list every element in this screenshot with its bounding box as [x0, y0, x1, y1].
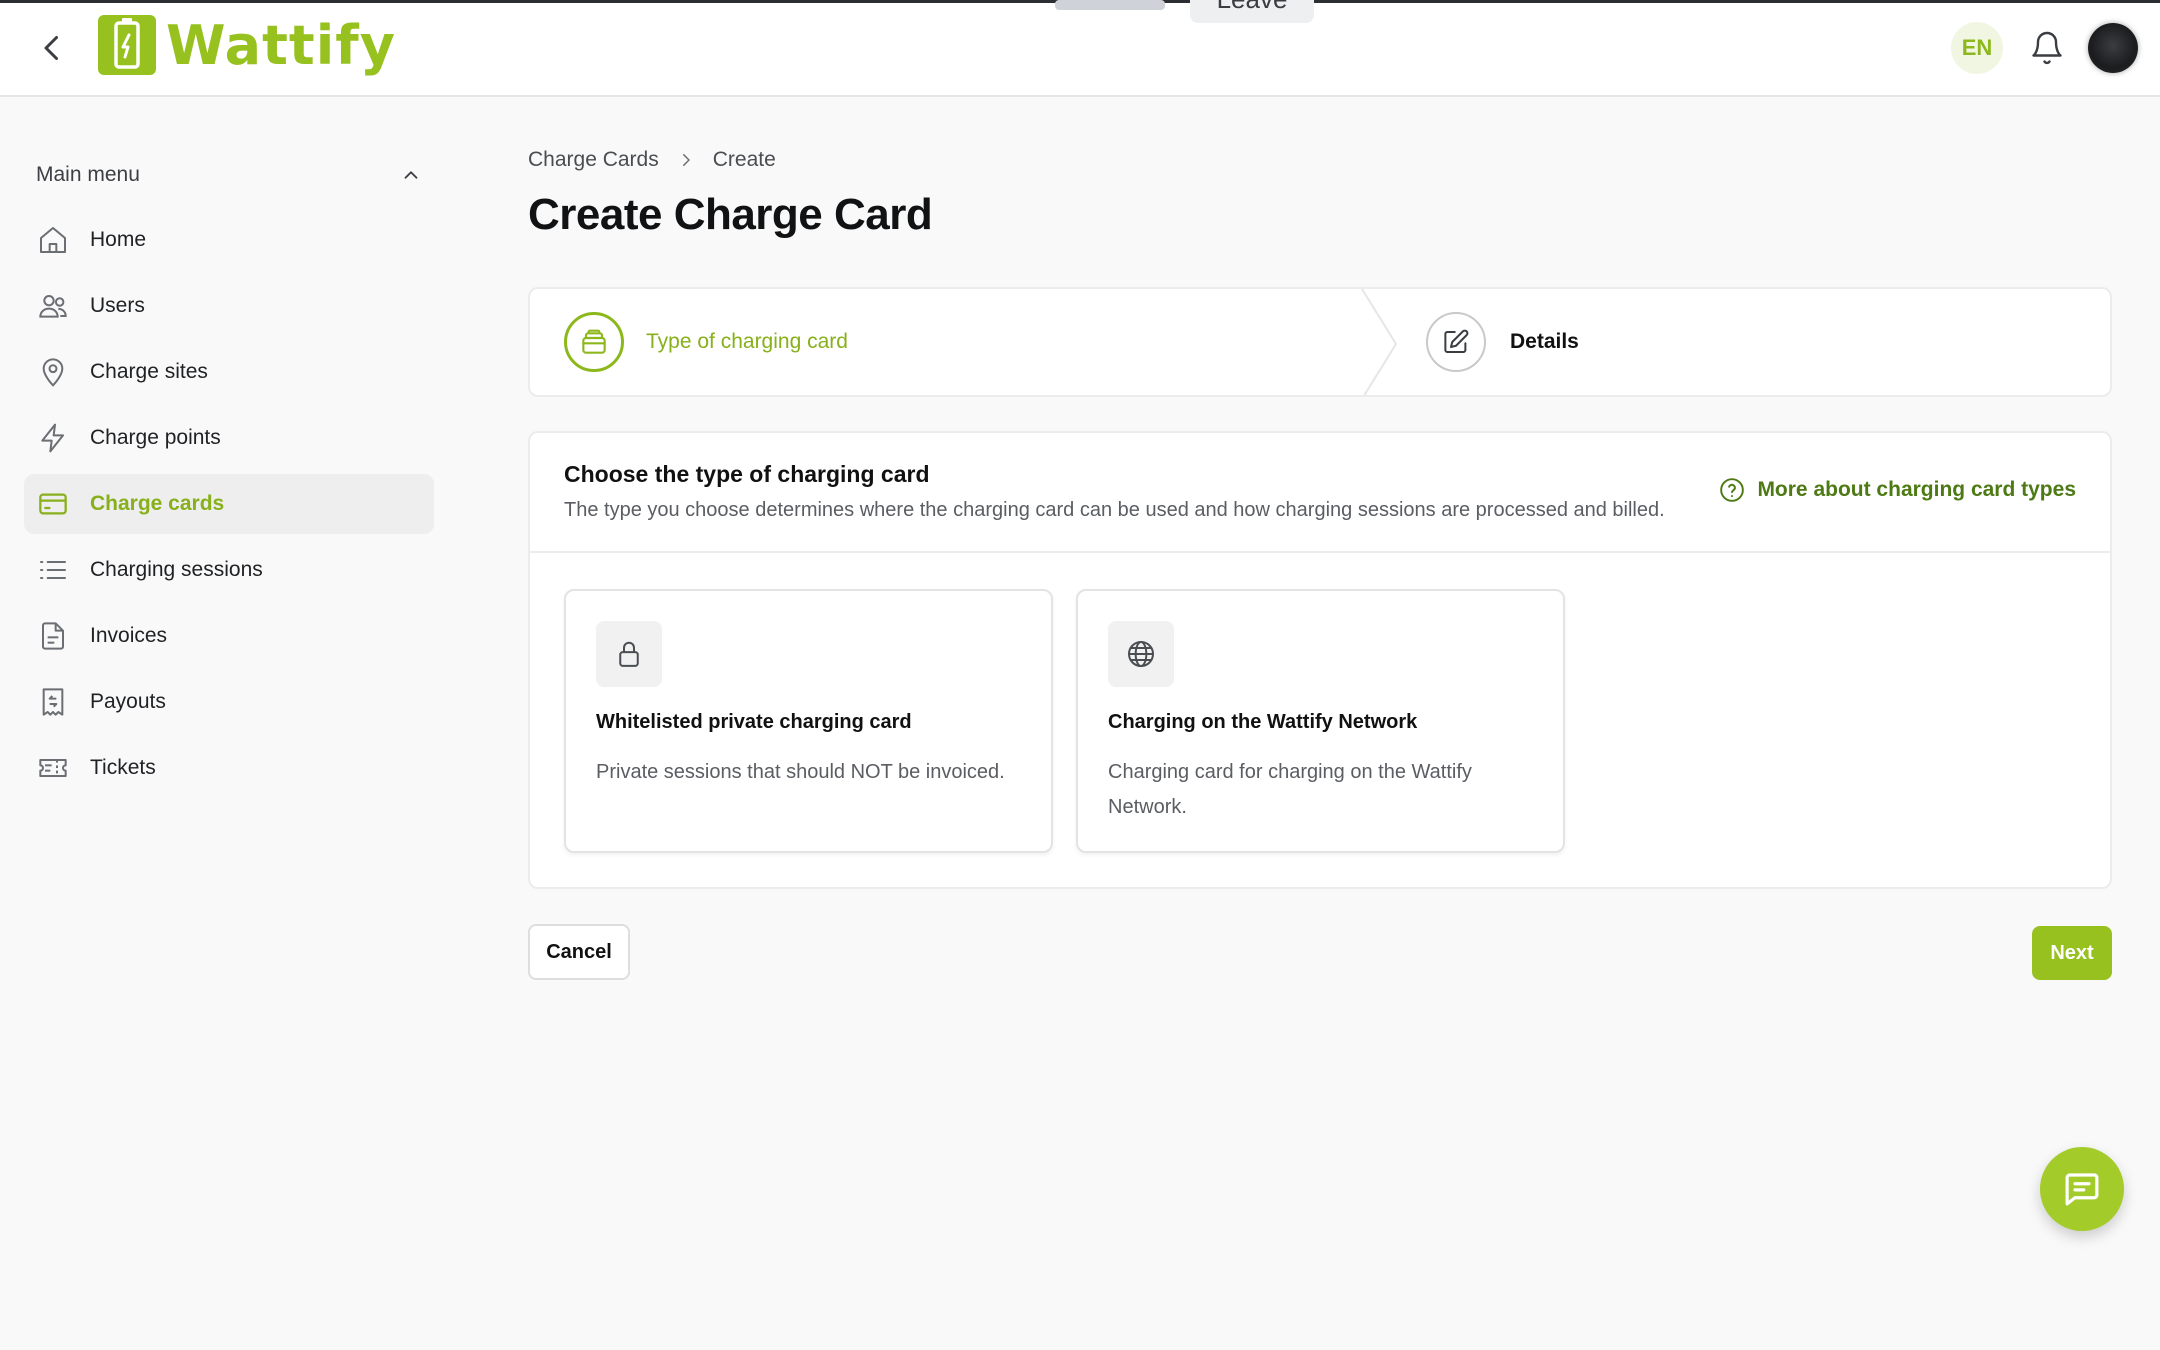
- step-details[interactable]: Details: [1426, 289, 1579, 395]
- option-whitelisted-private-card[interactable]: Whitelisted private charging card Privat…: [564, 589, 1053, 853]
- sidebar: Main menu Home Users Charge sites Charge…: [24, 140, 434, 804]
- breadcrumb: Charge Cards Create: [528, 140, 2112, 180]
- option-wattify-network[interactable]: Charging on the Wattify Network Charging…: [1076, 589, 1565, 853]
- step-label: Type of charging card: [646, 330, 848, 353]
- brand-name: Wattify: [166, 13, 396, 77]
- card-type-subtitle: The type you choose determines where the…: [564, 499, 1665, 521]
- step-label: Details: [1510, 330, 1579, 353]
- cancel-button[interactable]: Cancel: [528, 924, 630, 980]
- sidebar-item-charge-sites[interactable]: Charge sites: [24, 342, 434, 402]
- sidebar-item-payouts[interactable]: Payouts: [24, 672, 434, 732]
- sidebar-item-home[interactable]: Home: [24, 210, 434, 270]
- sidebar-item-invoices[interactable]: Invoices: [24, 606, 434, 666]
- main-content: Charge Cards Create Create Charge Card T…: [528, 140, 2112, 980]
- ticket-icon: [36, 751, 70, 785]
- option-description: Private sessions that should NOT be invo…: [596, 761, 1005, 783]
- globe-icon: [1108, 621, 1174, 687]
- leave-button[interactable]: Leave: [1190, 0, 1314, 23]
- card-type-header: Choose the type of charging card The typ…: [530, 433, 2110, 553]
- lock-icon: [596, 621, 662, 687]
- user-avatar[interactable]: [2088, 23, 2138, 73]
- breadcrumb-charge-cards[interactable]: Charge Cards: [528, 148, 659, 172]
- lightning-icon: [36, 421, 70, 455]
- receipt-icon: [36, 685, 70, 719]
- next-button[interactable]: Next: [2032, 926, 2112, 980]
- chat-bubble-icon: [2065, 1173, 2099, 1206]
- chevron-up-icon: [404, 171, 418, 179]
- home-icon: [36, 223, 70, 257]
- sidebar-item-users[interactable]: Users: [24, 276, 434, 336]
- card-type-title: Choose the type of charging card: [564, 461, 930, 487]
- battery-logo-icon: [98, 15, 156, 75]
- help-circle-icon: [1719, 477, 1745, 503]
- list-icon: [36, 553, 70, 587]
- top-bar: Leave Wattify EN: [0, 0, 2160, 97]
- sidebar-item-charging-sessions[interactable]: Charging sessions: [24, 540, 434, 600]
- more-about-card-types-link[interactable]: More about charging card types: [1719, 477, 2076, 503]
- document-icon: [36, 619, 70, 653]
- map-pin-icon: [36, 355, 70, 389]
- sidebar-item-label: Charging sessions: [90, 558, 263, 581]
- option-title: Charging on the Wattify Network: [1108, 711, 1418, 733]
- brand-logo[interactable]: Wattify: [98, 13, 396, 77]
- sidebar-item-charge-cards[interactable]: Charge cards: [24, 474, 434, 534]
- main-menu-title: Main menu: [36, 163, 140, 186]
- sidebar-item-label: Charge cards: [90, 492, 225, 515]
- chat-button[interactable]: [2040, 1147, 2124, 1231]
- sidebar-item-tickets[interactable]: Tickets: [24, 738, 434, 798]
- more-link-label: More about charging card types: [1757, 478, 2076, 501]
- step-type-of-charging-card[interactable]: Type of charging card: [564, 289, 848, 395]
- sidebar-item-label: Invoices: [90, 624, 168, 647]
- page-title: Create Charge Card: [528, 190, 933, 239]
- sidebar-item-charge-points[interactable]: Charge points: [24, 408, 434, 468]
- screen-share-stop: [1055, 0, 1165, 10]
- chevron-left-icon: [44, 36, 58, 60]
- stepper: Type of charging card Details: [528, 287, 2112, 397]
- sidebar-item-label: Users: [90, 294, 145, 317]
- notifications-button[interactable]: [2029, 29, 2065, 67]
- breadcrumb-create: Create: [712, 148, 776, 171]
- users-icon: [36, 289, 70, 323]
- bell-icon: [2032, 31, 2062, 65]
- chevron-right-icon: [677, 151, 695, 169]
- card-stack-icon: [564, 312, 624, 372]
- step-divider: [1361, 289, 1398, 395]
- screen-share-banner: [840, 0, 1170, 12]
- back-button[interactable]: [34, 30, 70, 66]
- option-title: Whitelisted private charging card: [596, 711, 912, 733]
- card-type-panel: Choose the type of charging card The typ…: [528, 431, 2112, 889]
- credit-card-icon: [36, 487, 70, 521]
- sidebar-item-label: Home: [90, 228, 147, 251]
- sidebar-item-label: Charge sites: [90, 360, 208, 383]
- sidebar-item-label: Charge points: [90, 426, 221, 449]
- language-button[interactable]: EN: [1951, 22, 2003, 74]
- sidebar-item-label: Payouts: [90, 690, 166, 713]
- pencil-edit-icon: [1426, 312, 1486, 372]
- sidebar-item-label: Tickets: [90, 756, 156, 779]
- option-description: Charging card for charging on the Wattif…: [1108, 761, 1472, 818]
- main-menu-toggle[interactable]: Main menu: [24, 140, 434, 210]
